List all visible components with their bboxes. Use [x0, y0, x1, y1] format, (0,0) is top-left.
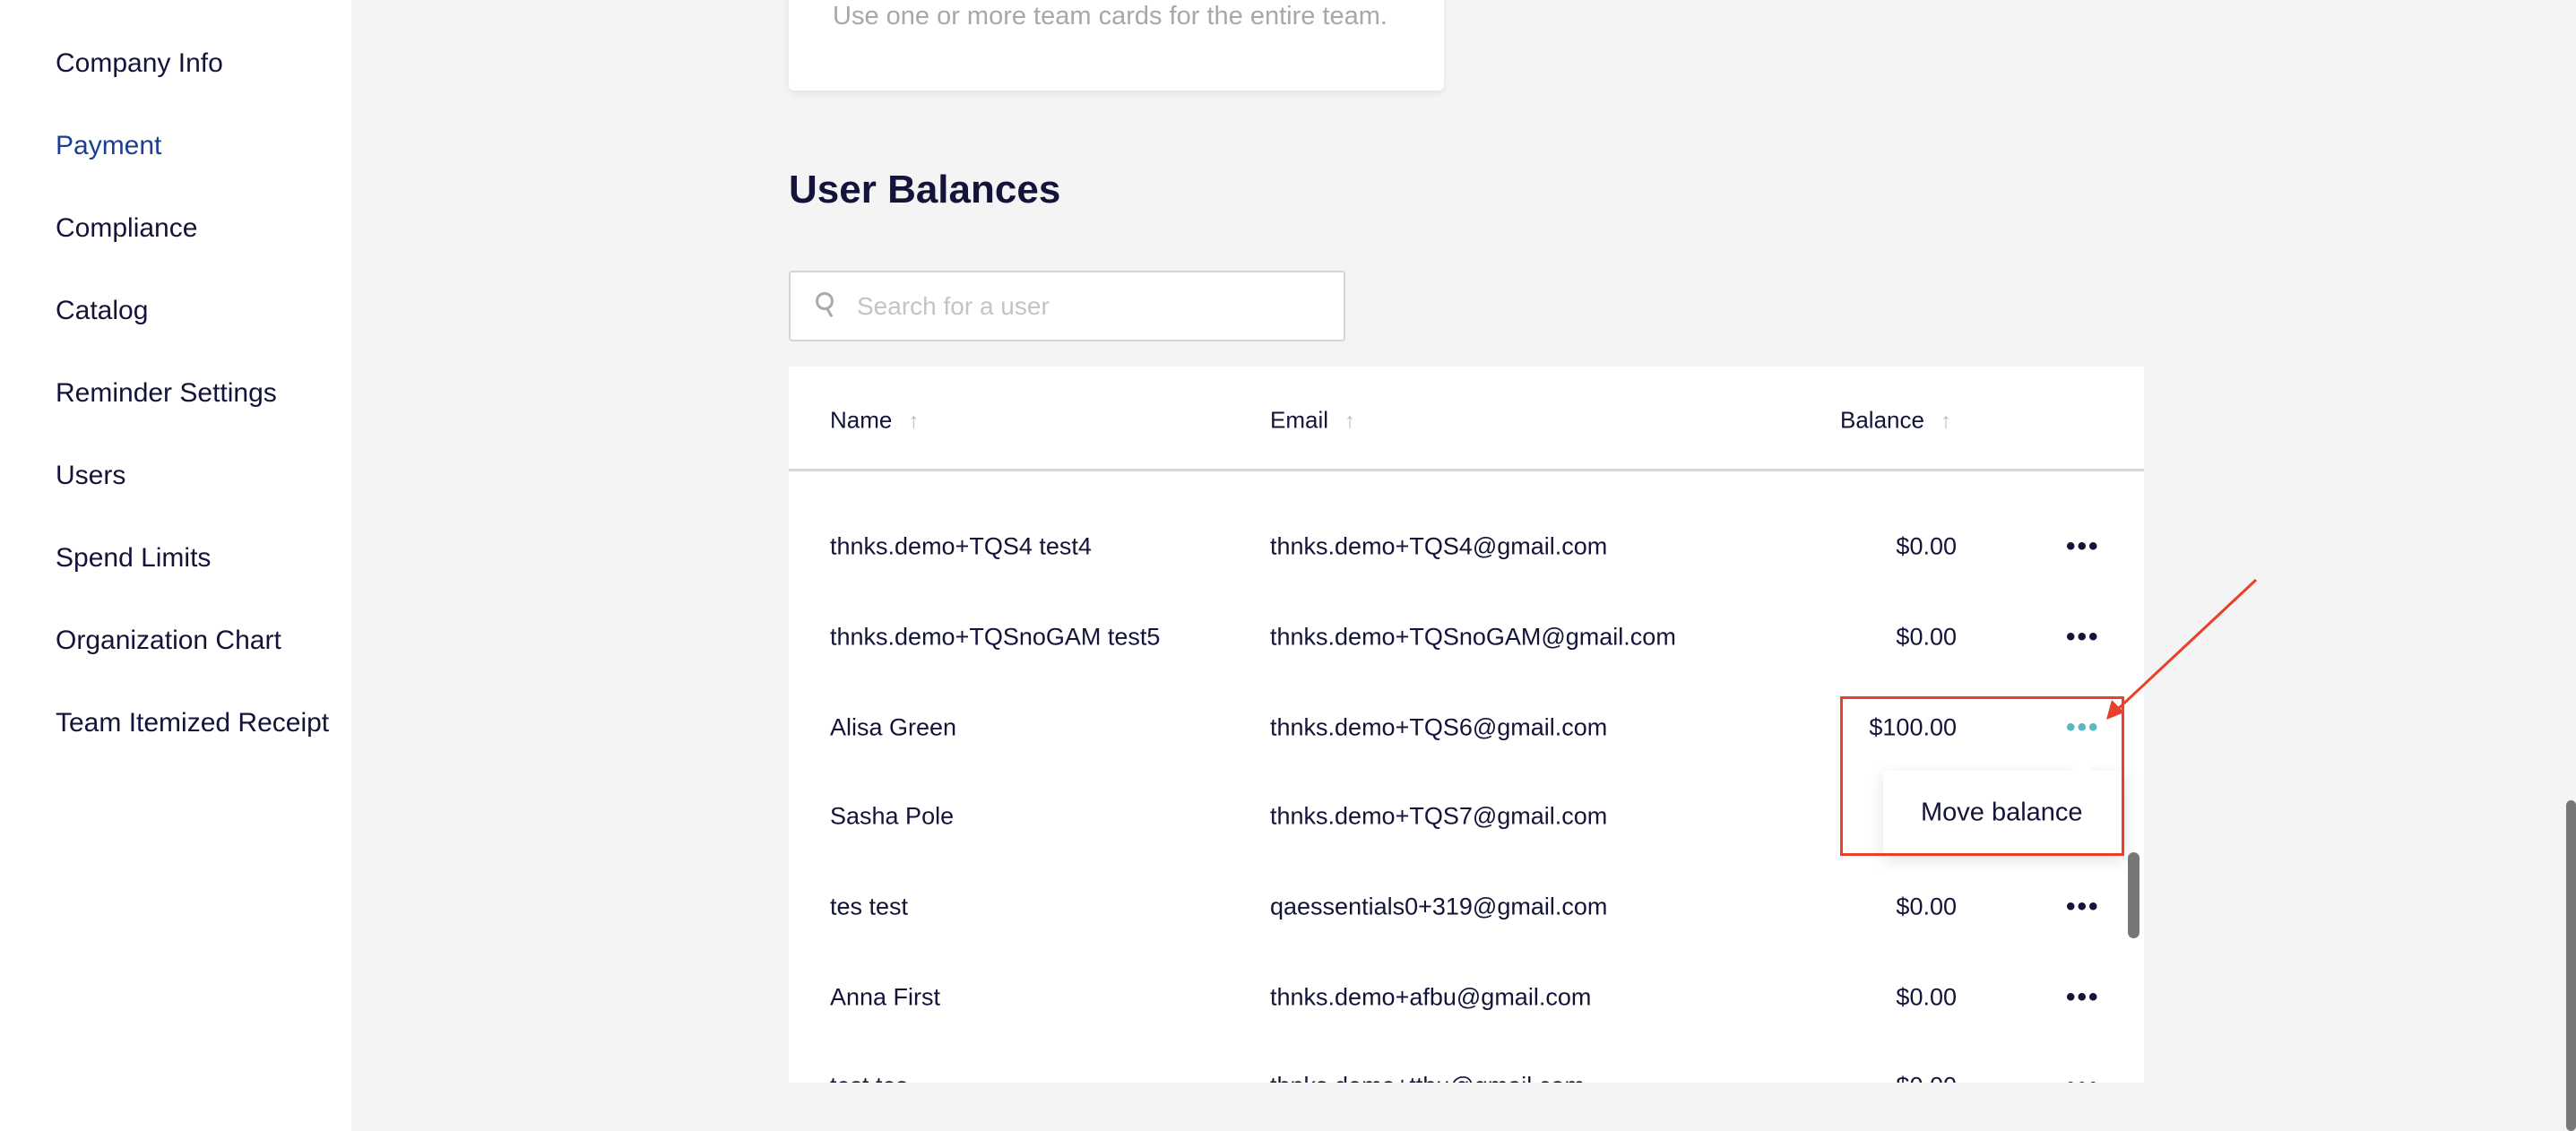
header-name: Name: [830, 406, 893, 434]
table-row: thnks.demo+TQS4 test4 thnks.demo+TQS4@gma…: [789, 502, 2144, 591]
table-row: thnks.demo+TQSnoGAM test5 thnks.demo+TQSn…: [789, 592, 2144, 682]
sidebar-item-team-itemized-receipt[interactable]: Team Itemized Receipt: [56, 708, 329, 738]
sidebar-item-company-info[interactable]: Company Info: [56, 48, 223, 79]
sort-email-header[interactable]: Email ↑: [1270, 407, 1355, 435]
sidebar-item-users[interactable]: Users: [56, 461, 125, 491]
user-balance: $100.00: [1869, 713, 1957, 741]
table-row: tes test qaessentials0+319@gmail.com $0.00…: [789, 862, 2144, 952]
table-row: Alisa Green thnks.demo+TQS6@gmail.com $100…: [789, 683, 2144, 773]
sidebar-item-catalog[interactable]: Catalog: [56, 296, 148, 326]
user-email: thnks.demo+TQS4@gmail.com: [1270, 532, 1608, 560]
sidebar-item-payment[interactable]: Payment: [56, 131, 161, 161]
search-box[interactable]: [789, 271, 1345, 341]
team-cards-description: Use one or more team cards for the entir…: [833, 2, 1387, 30]
user-balance: $0.00: [1896, 623, 1957, 651]
sort-arrow-icon: ↑: [1344, 409, 1356, 434]
more-actions-icon[interactable]: •••: [2066, 1071, 2100, 1083]
user-email: thnks.demo+afbu@gmail.com: [1270, 983, 1592, 1011]
table-row: test tes thnks.demo+ttbu@gmail.com $0.00 ••…: [789, 1041, 2144, 1083]
sidebar-item-spend-limits[interactable]: Spend Limits: [56, 543, 211, 574]
header-balance: Balance: [1840, 406, 1924, 434]
page-title: User Balances: [789, 168, 1061, 212]
user-balance: $0.00: [1896, 1073, 1957, 1084]
user-balance: $0.00: [1896, 983, 1957, 1011]
user-name: Alisa Green: [830, 713, 957, 741]
team-cards-card: Use one or more team cards for the entir…: [789, 0, 1444, 91]
user-name: Anna First: [830, 983, 941, 1011]
header-email: Email: [1270, 406, 1329, 434]
user-email: qaessentials0+319@gmail.com: [1270, 893, 1608, 920]
search-icon: [816, 292, 834, 310]
more-actions-icon[interactable]: •••: [2066, 531, 2100, 562]
user-balance: $0.00: [1896, 893, 1957, 920]
sort-name-header[interactable]: Name ↑: [830, 407, 919, 435]
sidebar: Company Info Payment Compliance Catalog …: [0, 0, 351, 1131]
user-email: thnks.demo+ttbu@gmail.com: [1270, 1073, 1585, 1084]
user-email: thnks.demo+TQS6@gmail.com: [1270, 713, 1608, 741]
table-row: Anna First thnks.demo+afbu@gmail.com $0.00…: [789, 953, 2144, 1042]
sidebar-item-reminder-settings[interactable]: Reminder Settings: [56, 378, 277, 409]
more-actions-icon[interactable]: •••: [2066, 982, 2100, 1013]
user-name: tes test: [830, 893, 909, 920]
user-name: Sasha Pole: [830, 802, 955, 830]
more-actions-icon[interactable]: •••: [2066, 892, 2100, 922]
move-balance-menu-item[interactable]: Move balance: [1921, 798, 2083, 827]
user-name: thnks.demo+TQSnoGAM test5: [830, 623, 1161, 651]
user-balances-table: Name ↑ Email ↑ Balance ↑ thnks.demo+TQS4 te…: [789, 367, 2144, 1083]
more-actions-icon[interactable]: •••: [2066, 622, 2100, 652]
user-email: thnks.demo+TQS7@gmail.com: [1270, 802, 1608, 830]
search-input[interactable]: [857, 272, 1323, 340]
page-scrollbar[interactable]: [2566, 800, 2576, 1131]
sort-balance-header[interactable]: Balance ↑: [1840, 407, 1951, 435]
user-balance: $0.00: [1896, 532, 1957, 560]
row-actions-popup: Move balance: [1883, 753, 2124, 854]
sidebar-item-compliance[interactable]: Compliance: [56, 213, 197, 244]
user-email: thnks.demo+TQSnoGAM@gmail.com: [1270, 623, 1676, 651]
sidebar-item-organization-chart[interactable]: Organization Chart: [56, 626, 281, 656]
table-header: Name ↑ Email ↑ Balance ↑: [789, 367, 2144, 471]
user-name: test tes: [830, 1073, 908, 1084]
table-scrollbar[interactable]: [2128, 852, 2139, 938]
sort-arrow-icon: ↑: [1940, 409, 1951, 434]
sort-arrow-icon: ↑: [908, 409, 920, 434]
more-actions-icon[interactable]: •••: [2066, 712, 2100, 743]
user-name: thnks.demo+TQS4 test4: [830, 532, 1092, 560]
